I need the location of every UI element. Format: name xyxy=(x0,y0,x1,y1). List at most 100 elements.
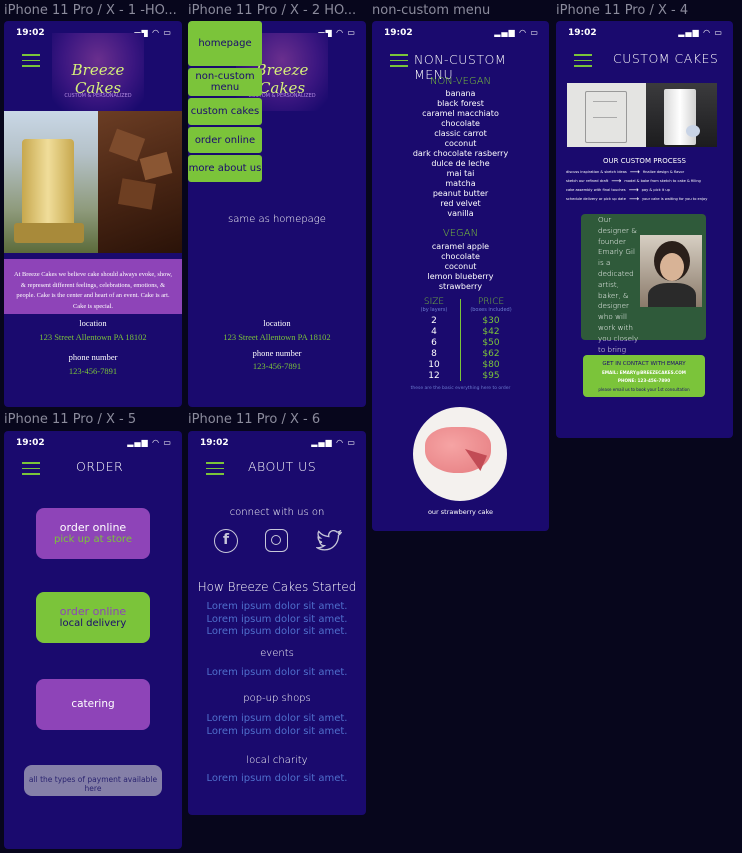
phone-label: phone number xyxy=(68,352,118,362)
contact-card[interactable]: GET IN CONTACT WITH EMARY EMAIL: EMARY@B… xyxy=(583,355,705,397)
list-item: strawberry xyxy=(438,282,483,291)
order-pickup-button[interactable]: order online pick up at store xyxy=(36,508,150,559)
page-title: ORDER xyxy=(76,459,124,474)
list-item: chocolate xyxy=(441,252,480,261)
hamburger-menu-icon[interactable] xyxy=(206,462,224,475)
hamburger-menu-icon[interactable] xyxy=(22,462,40,475)
vegan-heading: VEGAN xyxy=(442,228,479,239)
phone-label: phone number xyxy=(252,348,302,358)
vegan-list: caramel apple chocolate coconut lemon blueb… xyxy=(372,242,549,292)
arrow-right-icon: ⟶ xyxy=(628,195,639,203)
status-icons: ▂▄▆ ◠ ▭ xyxy=(311,438,356,447)
process-step-start: cake assembly with final touches xyxy=(566,188,626,192)
frame-label-1: iPhone 11 Pro / X - 1 -HO... xyxy=(4,3,177,18)
list-item: 6 xyxy=(431,338,437,348)
list-item: dulce de leche xyxy=(431,159,490,168)
custom-cakes-screen: 19:02 ▂▄▆ ◠ ▭ CUSTOM CAKES OUR CUSTOM PR… xyxy=(556,21,733,438)
designer-card: Our designer & founder Emarly Gil is a d… xyxy=(581,214,706,386)
strawberry-cake-image xyxy=(413,407,507,501)
list-item: 2 xyxy=(431,316,437,326)
instagram-icon[interactable] xyxy=(265,529,288,552)
address-text: 123 Street Allentown PA 18102 xyxy=(223,332,331,342)
list-item: Lorem ipsum dolor sit amet. xyxy=(206,626,348,637)
process-step: discuss inspiration & sketch ideas ⟶ final… xyxy=(566,168,725,177)
page-title: ABOUT US xyxy=(248,459,317,474)
list-item: 8 xyxy=(431,349,437,359)
column-divider xyxy=(460,299,461,381)
price-heading: PRICE xyxy=(477,297,505,307)
list-item: chocolate xyxy=(441,119,480,128)
payment-types-button[interactable]: all the types of payment available here xyxy=(24,765,162,796)
about-text: At Breeze Cakes we believe cake should a… xyxy=(13,271,173,310)
status-time: 19:02 xyxy=(16,438,45,448)
process-step: cake assembly with final touches ⟶ pay & p… xyxy=(566,186,725,195)
hamburger-menu-icon[interactable] xyxy=(22,54,40,67)
menu-item-non-custom-menu[interactable]: non-custom menu xyxy=(188,68,262,96)
menu-item-custom-cakes[interactable]: custom cakes xyxy=(188,98,262,125)
list-item: Lorem ipsum dolor sit amet. xyxy=(206,613,348,625)
catering-button[interactable]: catering xyxy=(36,679,150,730)
contact-button-label[interactable]: GET IN CONTACT WITH EMARY xyxy=(583,361,705,367)
process-step-start: sketch our refined draft xyxy=(566,179,609,183)
status-time: 19:02 xyxy=(200,438,229,448)
status-time: 19:02 xyxy=(384,28,413,38)
order-delivery-button[interactable]: order online local delivery xyxy=(36,592,150,643)
size-column: SIZE (by layers) 2 4 6 8 10 12 xyxy=(412,297,456,382)
price-subheading: (boxes included) xyxy=(470,307,512,313)
order-pickup-line1: order online xyxy=(59,521,127,534)
facebook-icon[interactable]: f xyxy=(214,529,238,553)
list-item: lemon blueberry xyxy=(427,272,494,281)
frame-label-4: iPhone 11 Pro / X - 4 xyxy=(556,3,689,18)
list-item: classic carrot xyxy=(434,129,487,138)
connect-text: connect with us on xyxy=(229,507,325,518)
contact-email[interactable]: EMAIL: EMARY@BREEZECAKES.COM xyxy=(583,370,705,375)
list-item: $95 xyxy=(482,371,500,381)
list-item: banana xyxy=(445,89,476,98)
hero-cake-image xyxy=(4,111,98,253)
events-heading: events xyxy=(260,648,294,659)
hamburger-menu-icon[interactable] xyxy=(390,54,408,67)
list-item: 12 xyxy=(428,371,440,381)
menu-note: these are the basic everything here to o… xyxy=(410,386,511,391)
process-step-start: discuss inspiration & sketch ideas xyxy=(566,170,627,174)
arrow-right-icon: ⟶ xyxy=(628,186,639,194)
twitter-icon[interactable] xyxy=(316,530,342,552)
order-pickup-line2: pick up at store xyxy=(54,534,132,545)
menu-item-more-about-us[interactable]: more about us xyxy=(188,155,262,182)
price-list: $30 $42 $50 $62 $80 $95 xyxy=(464,316,518,382)
list-item: vanilla xyxy=(447,209,474,218)
price-column: PRICE (boxes included) $30 $42 $50 $62 $80 $9… xyxy=(464,297,518,382)
list-item: 10 xyxy=(428,360,440,370)
status-icons: ▂▄▆ ◠ ▭ xyxy=(678,28,723,37)
order-delivery-line2: local delivery xyxy=(59,618,127,629)
frame-label-6: iPhone 11 Pro / X - 6 xyxy=(188,412,321,427)
list-item: red velvet xyxy=(440,199,481,208)
process-steps: discuss inspiration & sketch ideas ⟶ final… xyxy=(566,168,725,204)
hamburger-menu-icon[interactable] xyxy=(574,54,592,67)
phone-text[interactable]: 123-456-7891 xyxy=(4,366,182,376)
story-heading: How Breeze Cakes Started xyxy=(197,580,357,594)
location-label: location xyxy=(79,318,107,328)
list-item: $80 xyxy=(482,360,500,370)
list-item: caramel macchiato xyxy=(422,109,499,118)
white-wedding-cake-image xyxy=(646,83,717,147)
list-item: $50 xyxy=(482,338,500,348)
menu-item-homepage[interactable]: homepage xyxy=(188,21,262,66)
address-text: 123 Street Allentown PA 18102 xyxy=(39,332,147,342)
frame-label-2: iPhone 11 Pro / X - 2 HO... xyxy=(188,3,357,18)
status-bar: 19:02 ▂▄▆ ◠ ▭ xyxy=(200,438,356,450)
logo-subtitle: CUSTOM & PERSONALIZED xyxy=(64,93,132,99)
list-item: dark chocolate rasberry xyxy=(412,149,509,158)
list-item: matcha xyxy=(445,179,476,188)
size-subheading: (by layers) xyxy=(420,307,448,313)
list-item: coconut xyxy=(444,139,477,148)
phone-text[interactable]: 123-456-7891 xyxy=(188,361,366,371)
list-item: peanut butter xyxy=(432,189,489,198)
menu-item-order-online[interactable]: order online xyxy=(188,127,262,153)
story-text: Lorem ipsum dolor sit amet. Lorem ipsum d… xyxy=(188,601,366,639)
contact-phone[interactable]: PHONE: 123-456-7890 xyxy=(583,378,705,383)
order-delivery-line1: order online xyxy=(59,605,127,618)
status-time: 19:02 xyxy=(568,28,597,38)
popup-text: Lorem ipsum dolor sit amet. Lorem ipsum d… xyxy=(188,713,366,738)
status-bar: 19:02 ▂▄▆ ◠ ▭ xyxy=(568,28,723,40)
